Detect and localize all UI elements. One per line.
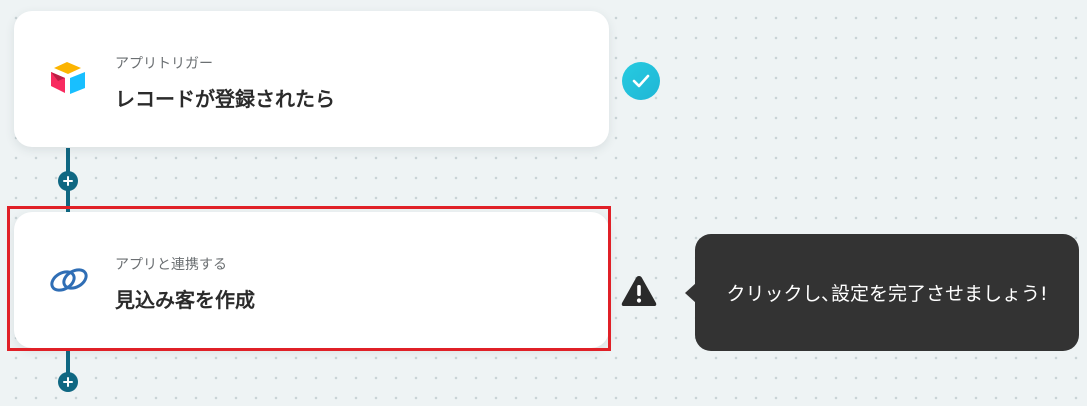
tooltip-arrow [685,282,696,303]
plus-icon [63,377,73,387]
warning-icon [620,274,658,308]
plus-icon [63,176,73,186]
setup-prompt-tooltip: クリックし､設定を完了させましょう! [685,234,1079,351]
step-type-label: アプリと連携する [115,257,227,273]
trigger-step-card[interactable]: アプリトリガー レコードが登録されたら [14,11,609,147]
airtable-logo-icon [46,59,92,99]
add-step-button[interactable] [58,171,78,191]
step-complete-badge [622,62,660,100]
add-step-button[interactable] [58,372,78,392]
tooltip-text: クリックし､設定を完了させましょう! [726,283,1048,305]
check-icon [632,74,650,88]
step-title: 見込み客を作成 [115,288,255,312]
step-title: レコードが登録されたら [115,87,335,111]
zoho-crm-link-icon [46,260,92,300]
step-type-label: アプリトリガー [115,56,213,72]
action-step-card[interactable]: アプリと連携する 見込み客を作成 [14,212,609,348]
